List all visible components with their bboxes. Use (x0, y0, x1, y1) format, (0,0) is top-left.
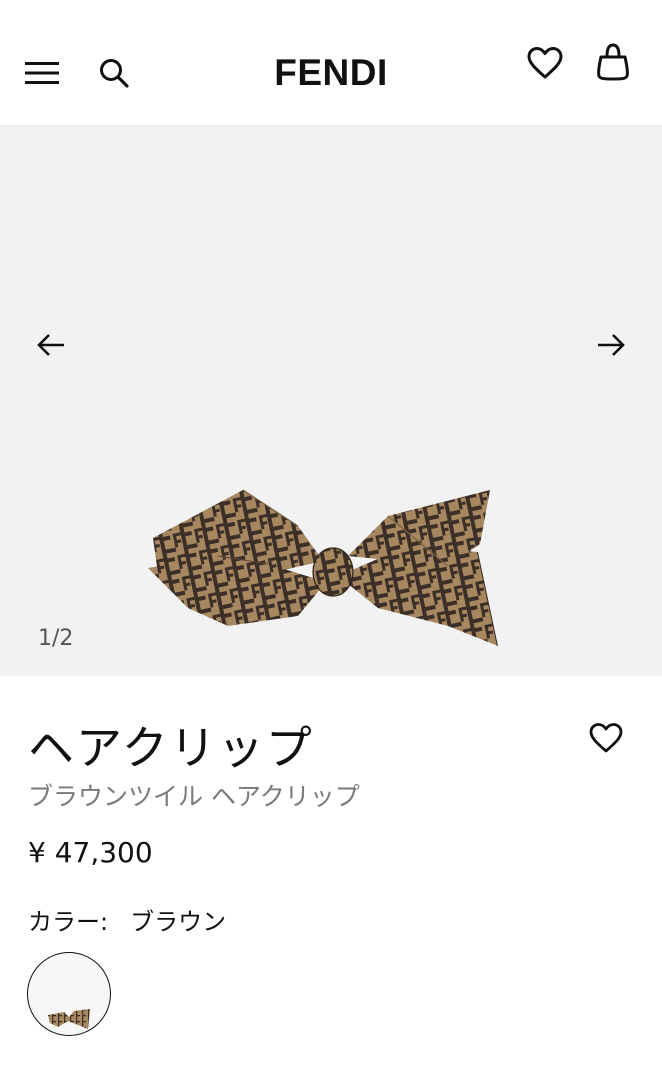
shopping-bag-icon[interactable] (595, 42, 631, 82)
color-value: ブラウン (130, 908, 227, 936)
product-price: ¥ 47,300 (28, 836, 153, 869)
color-info: カラー: ブラウン (28, 902, 226, 937)
arrow-right-icon[interactable] (596, 332, 626, 358)
add-to-wishlist-heart-icon[interactable] (588, 722, 624, 758)
image-counter: 1/2 (38, 626, 74, 651)
product-title: ヘアクリップ (28, 721, 314, 775)
heart-icon[interactable] (526, 46, 564, 80)
product-gallery[interactable]: 1/2 (0, 126, 662, 676)
color-swatch-brown[interactable] (27, 952, 111, 1036)
product-subtitle: ブラウンツイル ヘアクリップ (28, 782, 360, 811)
swatch-bow-thumbnail (48, 1009, 90, 1029)
header: FENDI (0, 0, 662, 126)
arrow-left-icon[interactable] (36, 332, 66, 358)
hair-clip-bow-image (148, 489, 498, 646)
color-label: カラー: (28, 908, 109, 936)
